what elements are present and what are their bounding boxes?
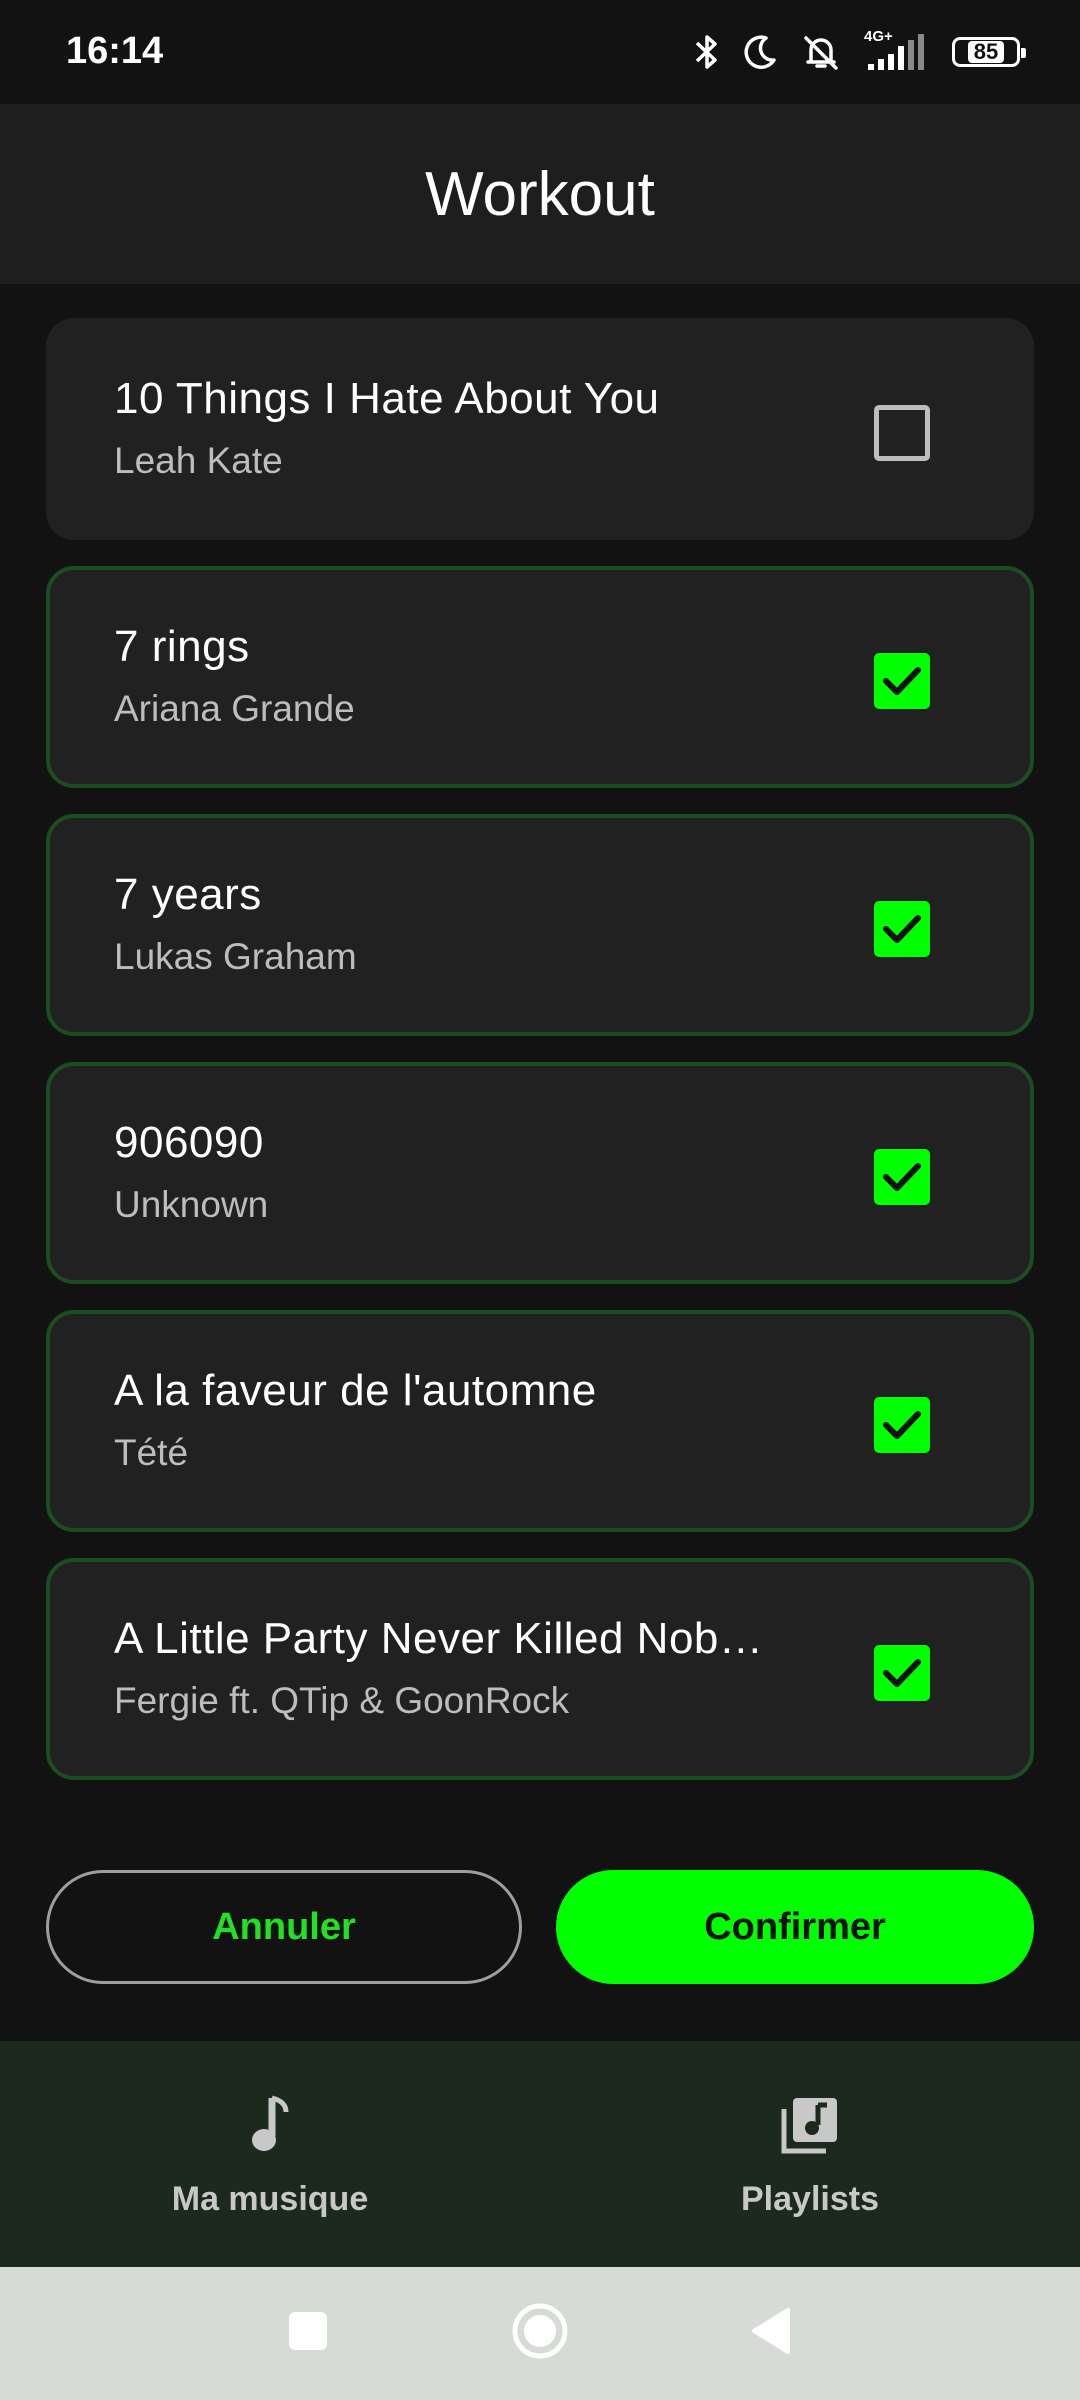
status-time: 16:14 xyxy=(66,30,164,72)
song-list: 10 Things I Hate About You Leah Kate 7 r… xyxy=(46,318,1034,1806)
cancel-button[interactable]: Annuler xyxy=(46,1870,522,1984)
muted-bell-icon xyxy=(800,32,842,72)
check-icon xyxy=(883,1163,921,1191)
app-header: Workout xyxy=(0,104,1080,284)
battery-icon: 85 xyxy=(952,37,1026,67)
song-item[interactable]: A Little Party Never Killed Nob… Fergie … xyxy=(46,1558,1034,1780)
status-icons: 4G+ 85 xyxy=(694,26,1026,78)
nav-label: Ma musique xyxy=(171,2179,369,2218)
bottom-nav: Ma musique Playlists xyxy=(0,2041,1080,2267)
playlist-icon xyxy=(780,2090,840,2160)
song-item[interactable]: A la faveur de l'automne Tété xyxy=(46,1310,1034,1532)
song-item[interactable]: 10 Things I Hate About You Leah Kate xyxy=(46,318,1034,540)
battery-level: 85 xyxy=(967,41,1005,63)
song-title: 10 Things I Hate About You xyxy=(114,374,660,423)
signal-icon: 4G+ xyxy=(864,28,930,72)
check-icon xyxy=(883,915,921,943)
nav-item-playlists[interactable]: Playlists xyxy=(540,2041,1080,2267)
bluetooth-icon xyxy=(694,32,720,72)
song-artist: Fergie ft. QTip & GoonRock xyxy=(114,1680,570,1721)
song-artist: Tété xyxy=(114,1432,189,1473)
check-icon xyxy=(883,1411,921,1439)
home-button[interactable] xyxy=(500,2267,580,2400)
song-artist: Ariana Grande xyxy=(114,688,355,729)
back-triangle-icon xyxy=(748,2306,792,2361)
square-icon xyxy=(288,2311,328,2356)
system-nav-bar xyxy=(0,2267,1080,2400)
song-title: 906090 xyxy=(114,1118,264,1167)
status-bar: 16:14 4G+ 85 xyxy=(0,0,1080,104)
song-title: 7 years xyxy=(114,870,262,919)
song-item[interactable]: 7 rings Ariana Grande xyxy=(46,566,1034,788)
song-title: 7 rings xyxy=(114,622,250,671)
moon-icon xyxy=(742,34,778,70)
nav-item-ma-musique[interactable]: Ma musique xyxy=(0,2041,540,2267)
song-item[interactable]: 906090 Unknown xyxy=(46,1062,1034,1284)
confirm-button[interactable]: Confirmer xyxy=(556,1870,1034,1984)
song-artist: Lukas Graham xyxy=(114,936,357,977)
song-checkbox[interactable] xyxy=(874,653,930,709)
song-title: A la faveur de l'automne xyxy=(114,1366,597,1415)
check-icon xyxy=(883,1659,921,1687)
song-checkbox[interactable] xyxy=(874,1645,930,1701)
circle-icon xyxy=(510,2301,570,2366)
check-icon xyxy=(883,667,921,695)
song-artist: Leah Kate xyxy=(114,440,283,481)
song-title: A Little Party Never Killed Nob… xyxy=(114,1614,764,1663)
song-artist: Unknown xyxy=(114,1184,269,1225)
song-checkbox[interactable] xyxy=(874,901,930,957)
nav-label: Playlists xyxy=(741,2179,879,2218)
song-checkbox[interactable] xyxy=(874,1149,930,1205)
song-checkbox[interactable] xyxy=(874,1397,930,1453)
music-note-icon xyxy=(250,2090,290,2160)
recents-button[interactable] xyxy=(268,2267,348,2400)
song-checkbox[interactable] xyxy=(874,405,930,461)
back-button[interactable] xyxy=(730,2267,810,2400)
song-item[interactable]: 7 years Lukas Graham xyxy=(46,814,1034,1036)
page-title: Workout xyxy=(425,159,655,229)
